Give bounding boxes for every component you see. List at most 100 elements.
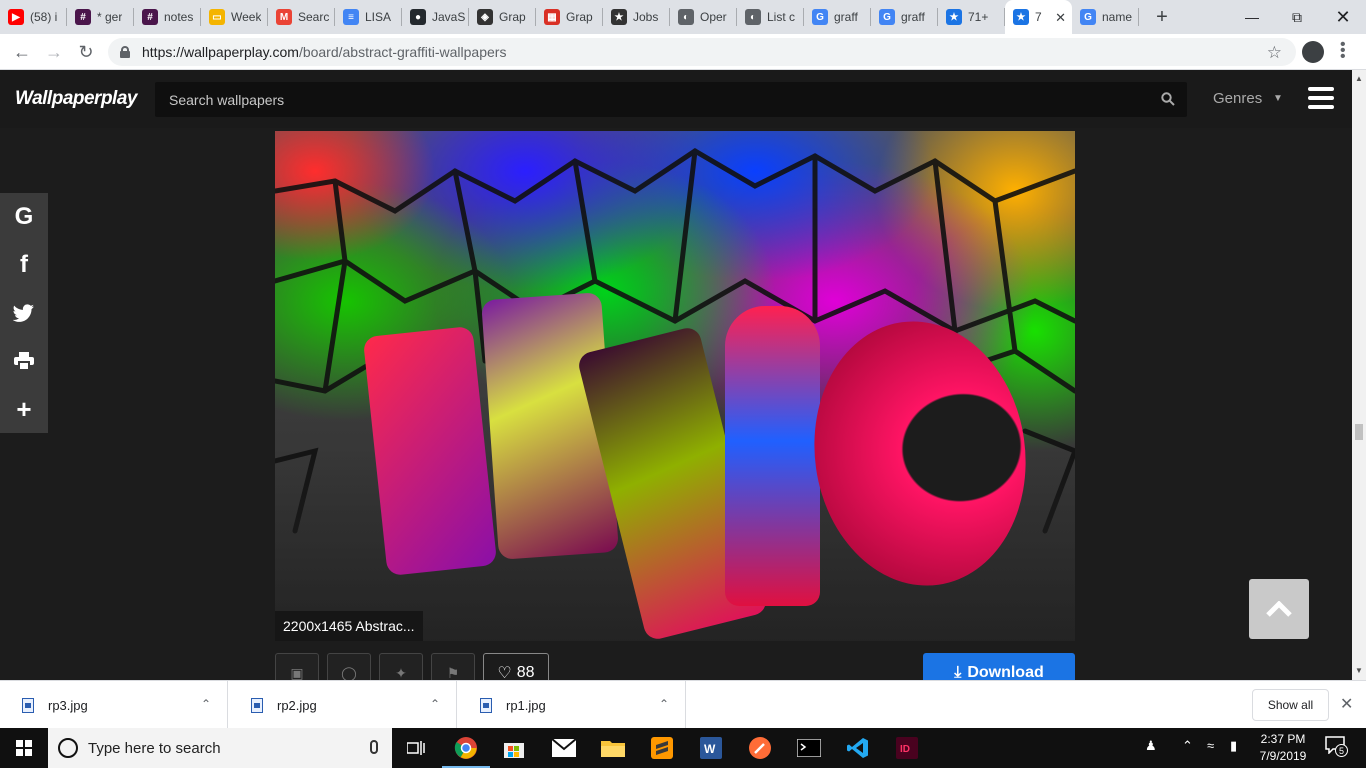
tab-label: notes <box>164 10 194 24</box>
like-button[interactable]: ♡ 88 <box>483 653 549 680</box>
facebook-share-icon[interactable]: f <box>0 241 48 289</box>
more-share-icon[interactable]: + <box>0 385 48 433</box>
slack-icon: # <box>75 9 91 25</box>
pinterest-share-button[interactable]: ◯ <box>327 653 371 680</box>
battery-icon[interactable]: ▮ <box>1230 738 1237 754</box>
chrome-taskbar-icon[interactable] <box>442 728 490 768</box>
browser-tab[interactable]: ◐ Oper <box>670 0 737 34</box>
show-all-button[interactable]: Show all <box>1252 689 1329 721</box>
chrome-menu-icon[interactable]: • • • <box>1340 37 1346 65</box>
twitter-share-button[interactable]: ✦ <box>379 653 423 680</box>
minimize-button[interactable]: — <box>1229 0 1275 34</box>
wifi-icon[interactable]: ≈ <box>1207 738 1214 753</box>
indesign-icon[interactable]: ID <box>883 728 931 768</box>
profile-avatar[interactable] <box>1302 41 1324 63</box>
sublime-text-icon[interactable] <box>638 728 686 768</box>
browser-tab[interactable]: ▦ Grap <box>536 0 603 34</box>
vscode-icon[interactable] <box>834 728 882 768</box>
browser-tab[interactable]: M Searc <box>268 0 335 34</box>
chevron-up-icon[interactable]: ⌃ <box>430 697 440 711</box>
back-button[interactable]: ← <box>10 40 34 64</box>
facebook-share-button[interactable]: ▣ <box>275 653 319 680</box>
github-icon: ● <box>410 9 426 25</box>
browser-tab[interactable]: ● JavaS <box>402 0 469 34</box>
browser-tab[interactable]: ≡ LISA <box>335 0 402 34</box>
word-icon[interactable]: W <box>687 728 735 768</box>
browser-tab[interactable]: ▶ (58) i <box>0 0 67 34</box>
graph-icon: ▦ <box>544 9 560 25</box>
people-icon[interactable]: ♟ <box>1145 738 1157 754</box>
microphone-icon[interactable] <box>370 740 378 754</box>
chevron-up-icon[interactable]: ⌃ <box>201 697 211 711</box>
wallpaper-image[interactable]: 2200x1465 Abstrac... <box>275 131 1075 641</box>
windows-start-button[interactable] <box>0 728 48 768</box>
close-shelf-icon[interactable]: ✕ <box>1340 694 1353 714</box>
browser-tab[interactable]: ★ Jobs <box>603 0 670 34</box>
taskbar-clock[interactable]: 2:37 PM 7/9/2019 <box>1250 731 1316 765</box>
download-filename: rp1.jpg <box>506 697 546 713</box>
tray-overflow-icon[interactable]: ⌃ <box>1182 738 1193 754</box>
terminal-icon[interactable] <box>785 728 833 768</box>
maximize-button[interactable]: ⧉ <box>1274 0 1320 34</box>
genres-dropdown[interactable]: Genres <box>1213 90 1262 107</box>
tab-strip: ▶ (58) i # * ger # notes ▭ Week M Searc ≡ LISA ● Java… <box>0 0 1366 34</box>
address-bar[interactable]: https://wallpaperplay.com/board/abstract… <box>108 38 1296 66</box>
slack-icon: # <box>142 9 158 25</box>
share-sidebar: G f + <box>0 193 48 433</box>
tab-label: Searc <box>298 10 330 24</box>
browser-tab[interactable]: # notes <box>134 0 201 34</box>
close-tab-icon[interactable]: ✕ <box>1055 10 1066 26</box>
download-filename: rp2.jpg <box>277 697 317 713</box>
browser-tab[interactable]: ◐ List c <box>737 0 804 34</box>
store-icon[interactable] <box>490 728 538 768</box>
chevron-up-icon[interactable]: ⌃ <box>659 697 669 711</box>
taskbar-search[interactable]: Type here to search <box>48 728 392 768</box>
bookmark-star-icon[interactable]: ☆ <box>1267 43 1282 63</box>
report-button[interactable]: ⚑ <box>431 653 475 680</box>
file-explorer-icon[interactable] <box>589 728 637 768</box>
browser-tab[interactable]: ▭ Week <box>201 0 268 34</box>
site-logo[interactable]: Wallpaperplay <box>15 88 137 110</box>
site-search-bar <box>155 82 1187 117</box>
flag-icon: ⚑ <box>446 664 460 681</box>
google-icon: G <box>812 9 828 25</box>
windows-logo-icon <box>16 740 32 756</box>
search-input[interactable] <box>169 91 1129 108</box>
reload-button[interactable]: ↻ <box>74 40 98 64</box>
download-item[interactable]: rp3.jpg ⌃ <box>0 681 228 729</box>
globe-icon: ◐ <box>678 9 694 25</box>
browser-tab[interactable]: ◈ Grap <box>469 0 536 34</box>
download-item[interactable]: rp1.jpg ⌃ <box>458 681 686 729</box>
twitter-share-icon[interactable] <box>0 289 48 337</box>
browser-tab[interactable]: ★ 71+ <box>938 0 1005 34</box>
browser-tab[interactable]: Gname <box>1072 0 1139 34</box>
scroll-down-arrow-icon[interactable]: ▼ <box>1355 666 1363 675</box>
back-to-top-button[interactable] <box>1249 579 1309 639</box>
search-icon[interactable] <box>1161 92 1175 106</box>
google-slides-icon: ▭ <box>209 9 225 25</box>
hamburger-menu-icon[interactable] <box>1308 87 1334 109</box>
print-icon[interactable] <box>0 337 48 385</box>
postman-icon[interactable] <box>736 728 784 768</box>
new-tab-button[interactable]: + <box>1145 0 1179 34</box>
browser-tab[interactable]: Ggraff <box>871 0 938 34</box>
page-scrollbar[interactable]: ▲ ▼ <box>1352 70 1366 680</box>
scroll-up-arrow-icon[interactable]: ▲ <box>1355 74 1363 83</box>
wallpaper-actions: ▣ ◯ ✦ ⚑ ♡ 88 <box>275 653 549 680</box>
google-share-icon[interactable]: G <box>0 193 48 241</box>
taskbar-search-placeholder: Type here to search <box>88 739 221 757</box>
globe-icon: ◐ <box>745 9 761 25</box>
browser-tab[interactable]: # * ger <box>67 0 134 34</box>
forward-button[interactable]: → <box>42 40 66 64</box>
close-window-button[interactable]: ✕ <box>1320 0 1366 34</box>
browser-tab[interactable]: Ggraff <box>804 0 871 34</box>
clock-date: 7/9/2019 <box>1259 749 1307 763</box>
mail-icon[interactable] <box>540 728 588 768</box>
download-item[interactable]: rp2.jpg ⌃ <box>229 681 457 729</box>
notification-center-icon[interactable]: 5 <box>1325 736 1348 757</box>
task-view-icon[interactable] <box>392 728 440 768</box>
scrollbar-thumb[interactable] <box>1355 424 1363 440</box>
tab-label: Grap <box>499 10 526 24</box>
browser-tab[interactable]: ★ 7 ✕ <box>1005 0 1072 34</box>
download-button[interactable]: ⤓ Download <box>923 653 1075 680</box>
